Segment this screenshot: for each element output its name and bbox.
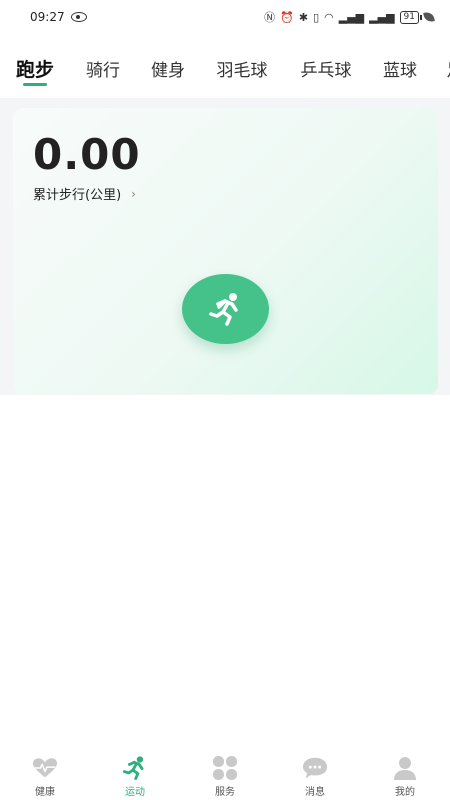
run-card: 0.00 累计步行(公里) › [13,108,438,394]
nav-label-sports: 运动 [125,787,145,798]
wifi-icon: ◠ [324,10,334,24]
running-person-icon [208,293,238,326]
nav-messages[interactable]: 消息 [270,750,360,800]
alarm-icon: ⏰ [280,10,294,24]
bottom-nav: 健康 运动 服务 消息 我的 [0,750,450,800]
nav-services[interactable]: 服务 [180,750,270,800]
distance-label-link[interactable]: 累计步行(公里) › [33,184,136,204]
leaf-icon [423,11,435,23]
nfc-icon: Ⓝ [264,10,276,24]
start-run-button[interactable] [182,274,269,344]
user-icon [392,756,418,780]
bluetooth-icon: ✱ [298,10,309,24]
status-time: 09:27 [30,10,65,24]
tab-football[interactable]: 足 [445,46,450,90]
nav-label-health: 健康 [35,787,55,798]
status-left: 09:27 [30,10,87,24]
tab-badminton[interactable]: 羽毛球 [214,46,270,90]
chevron-right-icon: › [131,186,136,201]
distance-label: 累计步行(公里) [33,188,122,203]
tab-fitness[interactable]: 健身 [149,46,187,90]
four-petal-icon [212,756,238,780]
chat-bubble-icon [302,756,328,780]
nav-label-profile: 我的 [395,787,415,798]
running-person-icon [122,756,148,780]
heart-pulse-icon [32,756,58,780]
tab-basketball[interactable]: 蓝球 [381,46,419,90]
tab-table-tennis[interactable]: 乒乓球 [298,46,354,90]
distance-value: 0.00 [33,130,141,179]
nav-label-messages: 消息 [305,787,325,798]
tab-cycling[interactable]: 骑行 [84,46,122,90]
battery-icon: 91 [399,10,423,24]
status-bar: 09:27 Ⓝ ⏰ ✱ ▯ ◠ ▂▄▆ ▂▄▆ 91 [0,0,450,34]
nav-sports[interactable]: 运动 [90,750,180,800]
eye-icon [70,12,87,22]
nav-label-services: 服务 [215,787,235,798]
signal-5g-icon: ▂▄▆ [338,10,365,24]
vibrate-icon: ▯ [313,10,320,24]
tab-running[interactable]: 跑步 [14,46,56,90]
nav-health[interactable]: 健康 [0,750,90,800]
sport-tabs: 跑步 骑行 健身 羽毛球 乒乓球 蓝球 足 [0,46,450,94]
nav-profile[interactable]: 我的 [360,750,450,800]
status-right: Ⓝ ⏰ ✱ ▯ ◠ ▂▄▆ ▂▄▆ 91 [264,10,435,24]
signal-4g-icon: ▂▄▆ [369,10,395,24]
